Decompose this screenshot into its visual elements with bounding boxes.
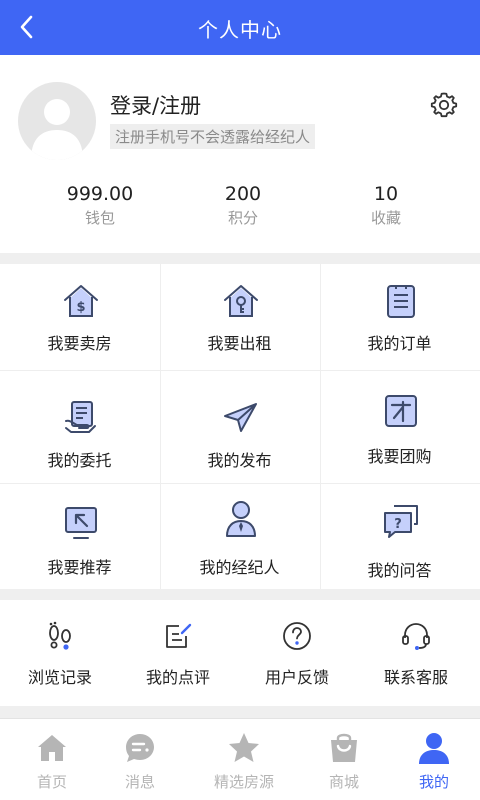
points-value: 200 <box>224 183 262 205</box>
tab-label: 商城 <box>328 773 359 791</box>
feature-label: 我的经纪人 <box>199 558 280 577</box>
feature-my-agent[interactable]: 我的经纪人 <box>160 484 319 589</box>
gear-icon[interactable] <box>429 90 459 120</box>
group-buy-icon <box>385 395 417 427</box>
avatar[interactable] <box>18 82 96 160</box>
feedback-button[interactable]: 用户反馈 <box>237 600 357 706</box>
feature-sell-house[interactable]: $ 我要卖房 <box>0 264 159 370</box>
house-dollar-icon: $ <box>64 285 98 317</box>
feature-my-qa[interactable]: ? 我的问答 <box>320 484 479 589</box>
tab-messages[interactable]: 消息 <box>88 719 192 800</box>
agent-person-icon <box>226 501 256 537</box>
feature-label: 我的发布 <box>207 451 272 470</box>
service-label: 我的点评 <box>145 668 210 687</box>
feature-label: 我的问答 <box>367 561 432 580</box>
wallet-value: 999.00 <box>66 183 134 205</box>
feature-rent-out[interactable]: 我要出租 <box>160 264 319 370</box>
order-list-icon <box>387 285 415 318</box>
person-icon <box>419 733 449 764</box>
wallet-stat[interactable]: 999.00 钱包 <box>20 183 180 228</box>
svg-text:?: ? <box>394 517 402 532</box>
question-chat-icon: ? <box>384 505 418 538</box>
tab-mall[interactable]: 商城 <box>292 719 396 800</box>
feature-my-orders[interactable]: 我的订单 <box>320 264 479 370</box>
feature-my-posts[interactable]: 我的发布 <box>160 371 319 483</box>
feature-label: 我的订单 <box>367 334 432 353</box>
login-register-link[interactable]: 登录/注册 <box>110 90 201 120</box>
house-key-icon <box>224 285 258 317</box>
tab-mine[interactable]: 我的 <box>382 719 480 800</box>
feedback-question-icon <box>283 622 311 650</box>
service-row: 浏览记录 我的点评 用户反馈 联系客服 <box>0 600 480 706</box>
entrust-document-icon <box>65 401 96 433</box>
default-avatar-icon <box>31 99 83 160</box>
browse-history-button[interactable]: 浏览记录 <box>0 600 120 706</box>
service-label: 用户反馈 <box>264 668 329 687</box>
feature-grid: $ 我要卖房 我要出租 我的订单 我的委托 我的发布 我要团购 我要推荐 我的经… <box>0 264 480 589</box>
favorites-stat[interactable]: 10 收藏 <box>306 183 466 228</box>
tab-label: 我的 <box>418 773 449 791</box>
contact-service-button[interactable]: 联系客服 <box>356 600 476 706</box>
feature-label: 我要出租 <box>207 334 272 353</box>
feature-my-entrust[interactable]: 我的委托 <box>0 371 159 483</box>
feature-group-buy[interactable]: 我要团购 <box>320 371 479 483</box>
recommend-screen-icon <box>65 507 97 539</box>
points-stat[interactable]: 200 积分 <box>163 183 323 228</box>
bottom-tab-bar: 首页 消息 精选房源 商城 我的 <box>0 718 480 800</box>
paper-plane-icon <box>224 403 257 432</box>
profile-section: 登录/注册 注册手机号不会透露给经纪人 999.00 钱包 200 积分 10 … <box>0 55 480 253</box>
tab-label: 消息 <box>124 773 155 791</box>
headset-icon <box>402 623 430 650</box>
message-icon <box>126 734 154 762</box>
feature-recommend[interactable]: 我要推荐 <box>0 484 159 589</box>
feature-label: 我要卖房 <box>47 334 112 353</box>
feature-label: 我的委托 <box>47 451 112 470</box>
footprints-icon <box>49 621 71 650</box>
page-title: 个人中心 <box>198 18 282 42</box>
service-label: 联系客服 <box>383 668 448 687</box>
tab-featured-listings[interactable]: 精选房源 <box>192 719 296 800</box>
stats-row: 999.00 钱包 200 积分 10 收藏 <box>0 183 480 239</box>
feature-label: 我要推荐 <box>47 558 112 577</box>
favorites-value: 10 <box>373 183 399 205</box>
privacy-hint: 注册手机号不会透露给经纪人 <box>110 124 316 149</box>
shopping-bag-icon <box>331 733 357 762</box>
points-label: 积分 <box>227 209 258 227</box>
top-bar: 个人中心 <box>0 0 480 55</box>
wallet-label: 钱包 <box>84 209 115 227</box>
home-icon <box>38 735 66 761</box>
favorites-label: 收藏 <box>370 209 401 227</box>
service-label: 浏览记录 <box>27 668 92 687</box>
star-icon <box>229 733 259 762</box>
review-edit-icon <box>166 623 192 648</box>
svg-text:$: $ <box>76 300 85 315</box>
my-reviews-button[interactable]: 我的点评 <box>118 600 238 706</box>
tab-label: 精选房源 <box>213 773 274 791</box>
feature-label: 我要团购 <box>367 447 432 466</box>
